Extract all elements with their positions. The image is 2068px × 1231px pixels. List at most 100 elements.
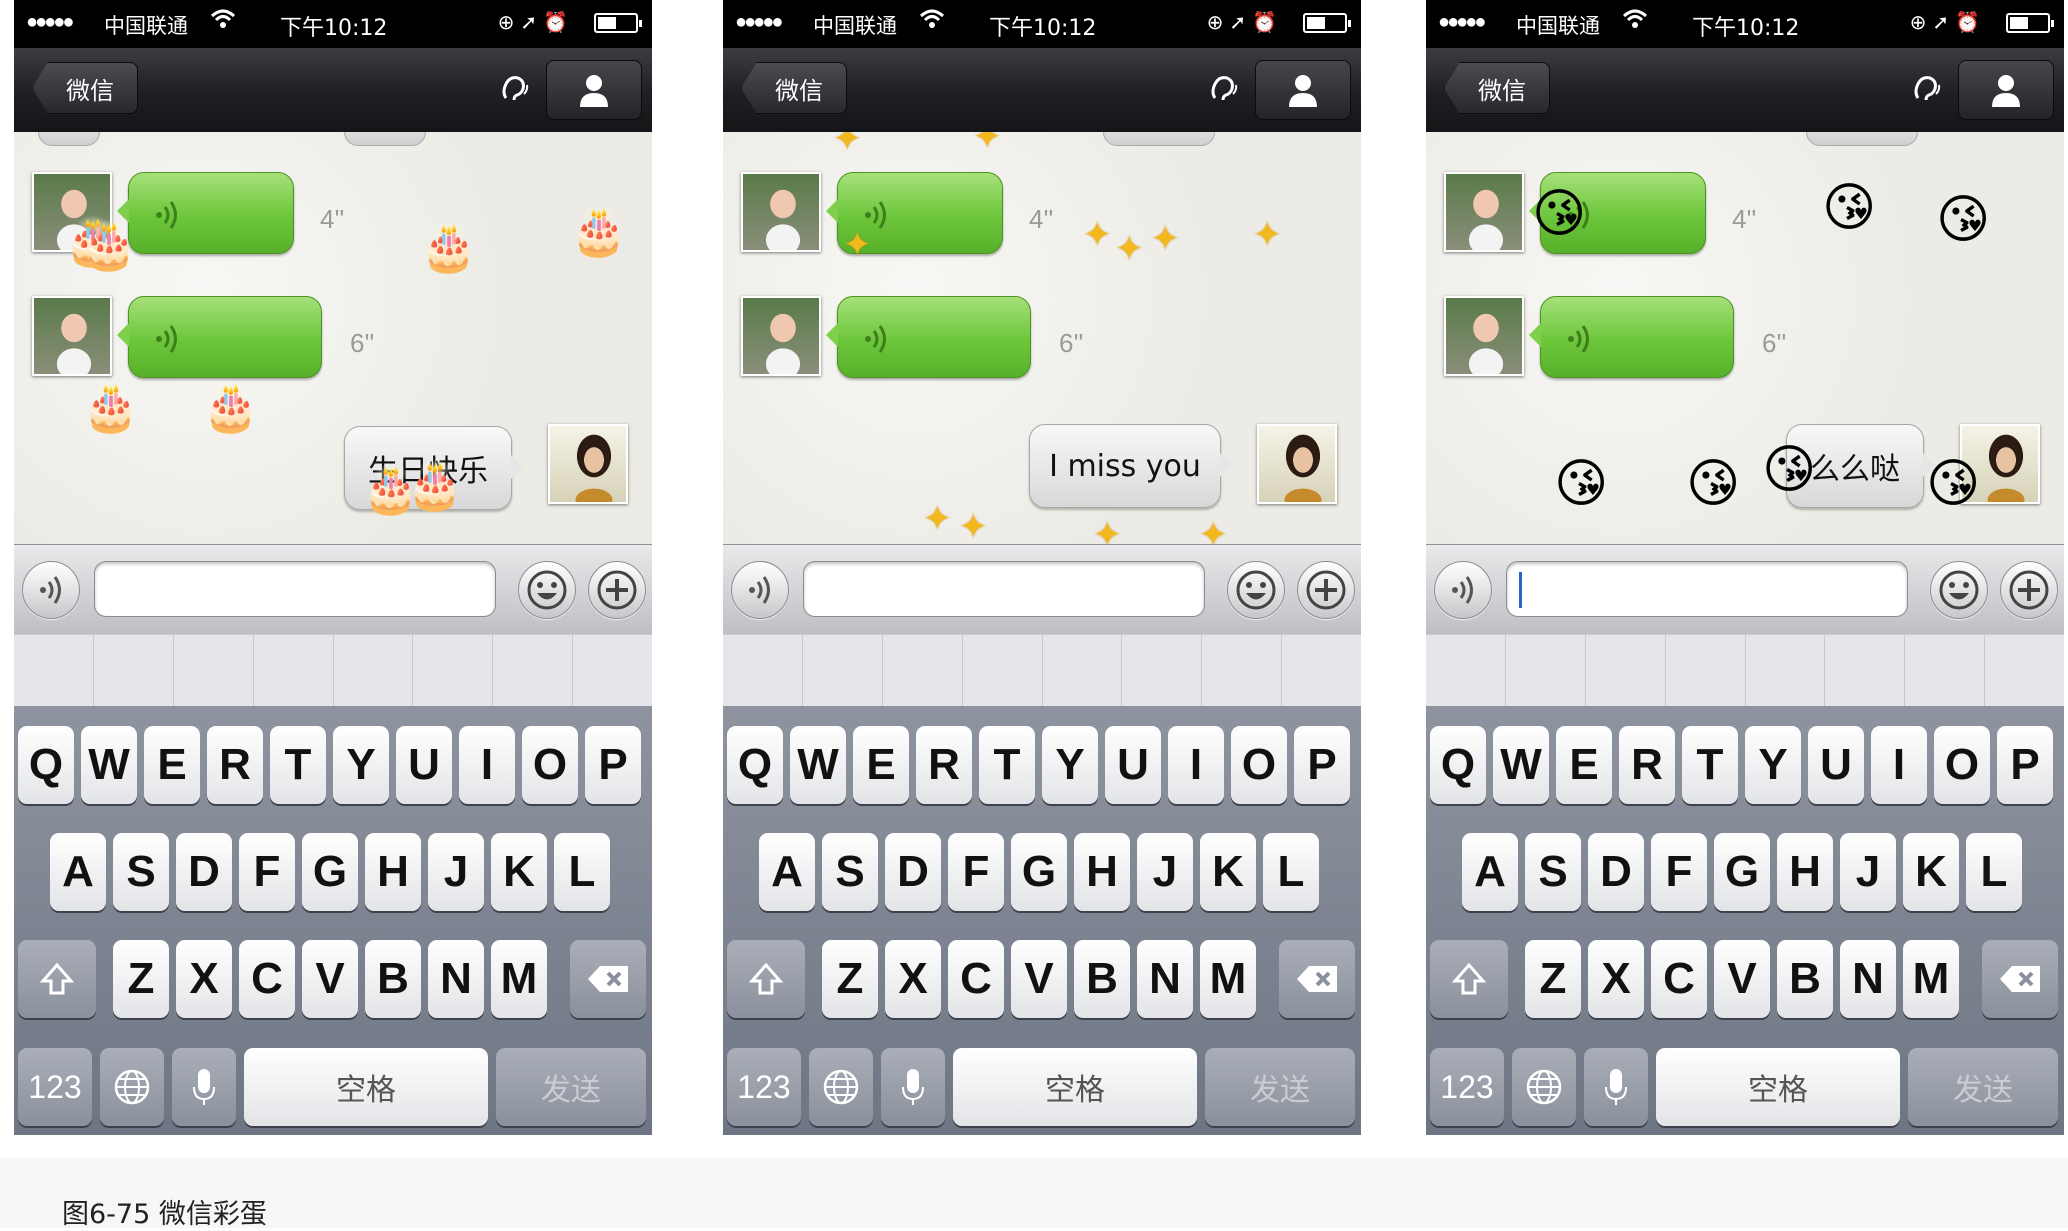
key-o[interactable]: O <box>1231 726 1287 804</box>
key-b[interactable]: B <box>1074 940 1130 1018</box>
key-j[interactable]: J <box>1840 833 1896 911</box>
earpiece-mode-icon[interactable] <box>1910 72 1944 111</box>
my-avatar[interactable] <box>1257 424 1337 504</box>
globe-key[interactable] <box>809 1048 873 1126</box>
key-i[interactable]: I <box>459 726 515 804</box>
key-z[interactable]: Z <box>822 940 878 1018</box>
key-g[interactable]: G <box>302 833 358 911</box>
dictation-key[interactable] <box>172 1048 236 1126</box>
key-u[interactable]: U <box>396 726 452 804</box>
chat-profile-button[interactable] <box>546 60 642 120</box>
key-n[interactable]: N <box>428 940 484 1018</box>
key-y[interactable]: Y <box>1042 726 1098 804</box>
key-v[interactable]: V <box>1714 940 1770 1018</box>
more-options-button[interactable] <box>588 561 646 619</box>
send-key[interactable]: 发送 <box>1205 1048 1355 1126</box>
key-w[interactable]: W <box>790 726 846 804</box>
key-z[interactable]: Z <box>1525 940 1581 1018</box>
key-m[interactable]: M <box>491 940 547 1018</box>
message-text-input[interactable] <box>1506 561 1908 617</box>
key-s[interactable]: S <box>822 833 878 911</box>
key-c[interactable]: C <box>1651 940 1707 1018</box>
space-key[interactable]: 空格 <box>1656 1048 1900 1126</box>
key-k[interactable]: K <box>1200 833 1256 911</box>
key-d[interactable]: D <box>885 833 941 911</box>
key-o[interactable]: O <box>522 726 578 804</box>
earpiece-mode-icon[interactable] <box>498 72 532 111</box>
key-v[interactable]: V <box>1011 940 1067 1018</box>
shift-key[interactable] <box>18 940 96 1018</box>
key-p[interactable]: P <box>585 726 641 804</box>
key-e[interactable]: E <box>144 726 200 804</box>
key-r[interactable]: R <box>207 726 263 804</box>
key-h[interactable]: H <box>365 833 421 911</box>
key-x[interactable]: X <box>885 940 941 1018</box>
numbers-key[interactable]: 123 <box>18 1048 92 1126</box>
key-q[interactable]: Q <box>18 726 74 804</box>
key-f[interactable]: F <box>948 833 1004 911</box>
key-h[interactable]: H <box>1777 833 1833 911</box>
back-button[interactable]: 微信 <box>1444 62 1550 114</box>
message-text-input[interactable] <box>94 561 496 617</box>
chat-profile-button[interactable] <box>1255 60 1351 120</box>
key-p[interactable]: P <box>1294 726 1350 804</box>
emoji-button[interactable] <box>1227 561 1285 619</box>
back-button[interactable]: 微信 <box>741 62 847 114</box>
key-m[interactable]: M <box>1200 940 1256 1018</box>
key-r[interactable]: R <box>916 726 972 804</box>
key-v[interactable]: V <box>302 940 358 1018</box>
more-options-button[interactable] <box>2000 561 2058 619</box>
key-p[interactable]: P <box>1997 726 2053 804</box>
key-n[interactable]: N <box>1137 940 1193 1018</box>
key-l[interactable]: L <box>554 833 610 911</box>
voice-input-button[interactable] <box>22 561 80 619</box>
key-c[interactable]: C <box>239 940 295 1018</box>
message-text-input[interactable] <box>803 561 1205 617</box>
numbers-key[interactable]: 123 <box>727 1048 801 1126</box>
key-s[interactable]: S <box>113 833 169 911</box>
voice-message-bubble[interactable] <box>117 172 294 254</box>
key-x[interactable]: X <box>176 940 232 1018</box>
shift-key[interactable] <box>1430 940 1508 1018</box>
key-e[interactable]: E <box>1556 726 1612 804</box>
globe-key[interactable] <box>100 1048 164 1126</box>
my-avatar[interactable] <box>548 424 628 504</box>
key-y[interactable]: Y <box>1745 726 1801 804</box>
key-x[interactable]: X <box>1588 940 1644 1018</box>
key-g[interactable]: G <box>1011 833 1067 911</box>
key-q[interactable]: Q <box>1430 726 1486 804</box>
space-key[interactable]: 空格 <box>953 1048 1197 1126</box>
contact-avatar[interactable] <box>741 296 821 376</box>
contact-avatar[interactable] <box>741 172 821 252</box>
key-j[interactable]: J <box>1137 833 1193 911</box>
key-a[interactable]: A <box>1462 833 1518 911</box>
key-w[interactable]: W <box>1493 726 1549 804</box>
key-l[interactable]: L <box>1966 833 2022 911</box>
shift-key[interactable] <box>727 940 805 1018</box>
send-key[interactable]: 发送 <box>1908 1048 2058 1126</box>
key-h[interactable]: H <box>1074 833 1130 911</box>
key-l[interactable]: L <box>1263 833 1319 911</box>
key-k[interactable]: K <box>491 833 547 911</box>
voice-input-button[interactable] <box>731 561 789 619</box>
key-y[interactable]: Y <box>333 726 389 804</box>
contact-avatar[interactable] <box>1444 172 1524 252</box>
key-f[interactable]: F <box>1651 833 1707 911</box>
key-a[interactable]: A <box>759 833 815 911</box>
key-i[interactable]: I <box>1871 726 1927 804</box>
dictation-key[interactable] <box>1584 1048 1648 1126</box>
earpiece-mode-icon[interactable] <box>1207 72 1241 111</box>
key-m[interactable]: M <box>1903 940 1959 1018</box>
key-t[interactable]: T <box>979 726 1035 804</box>
key-d[interactable]: D <box>1588 833 1644 911</box>
backspace-key[interactable] <box>1279 940 1355 1018</box>
key-g[interactable]: G <box>1714 833 1770 911</box>
key-d[interactable]: D <box>176 833 232 911</box>
key-o[interactable]: O <box>1934 726 1990 804</box>
send-key[interactable]: 发送 <box>496 1048 646 1126</box>
key-j[interactable]: J <box>428 833 484 911</box>
emoji-button[interactable] <box>518 561 576 619</box>
numbers-key[interactable]: 123 <box>1430 1048 1504 1126</box>
key-b[interactable]: B <box>365 940 421 1018</box>
back-button[interactable]: 微信 <box>32 62 138 114</box>
